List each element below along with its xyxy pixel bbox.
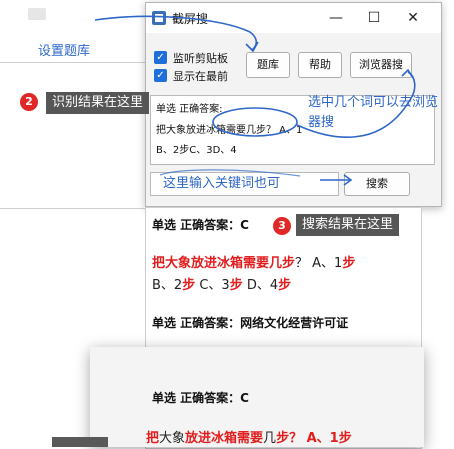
arrow-head-icon [401,68,414,79]
annotation-strokes [94,15,416,186]
arrow-to-library-icon [94,15,258,51]
selection-circle-icon [212,107,298,137]
arrow-to-browser-icon [296,71,416,138]
underline-stroke-icon [159,169,301,177]
